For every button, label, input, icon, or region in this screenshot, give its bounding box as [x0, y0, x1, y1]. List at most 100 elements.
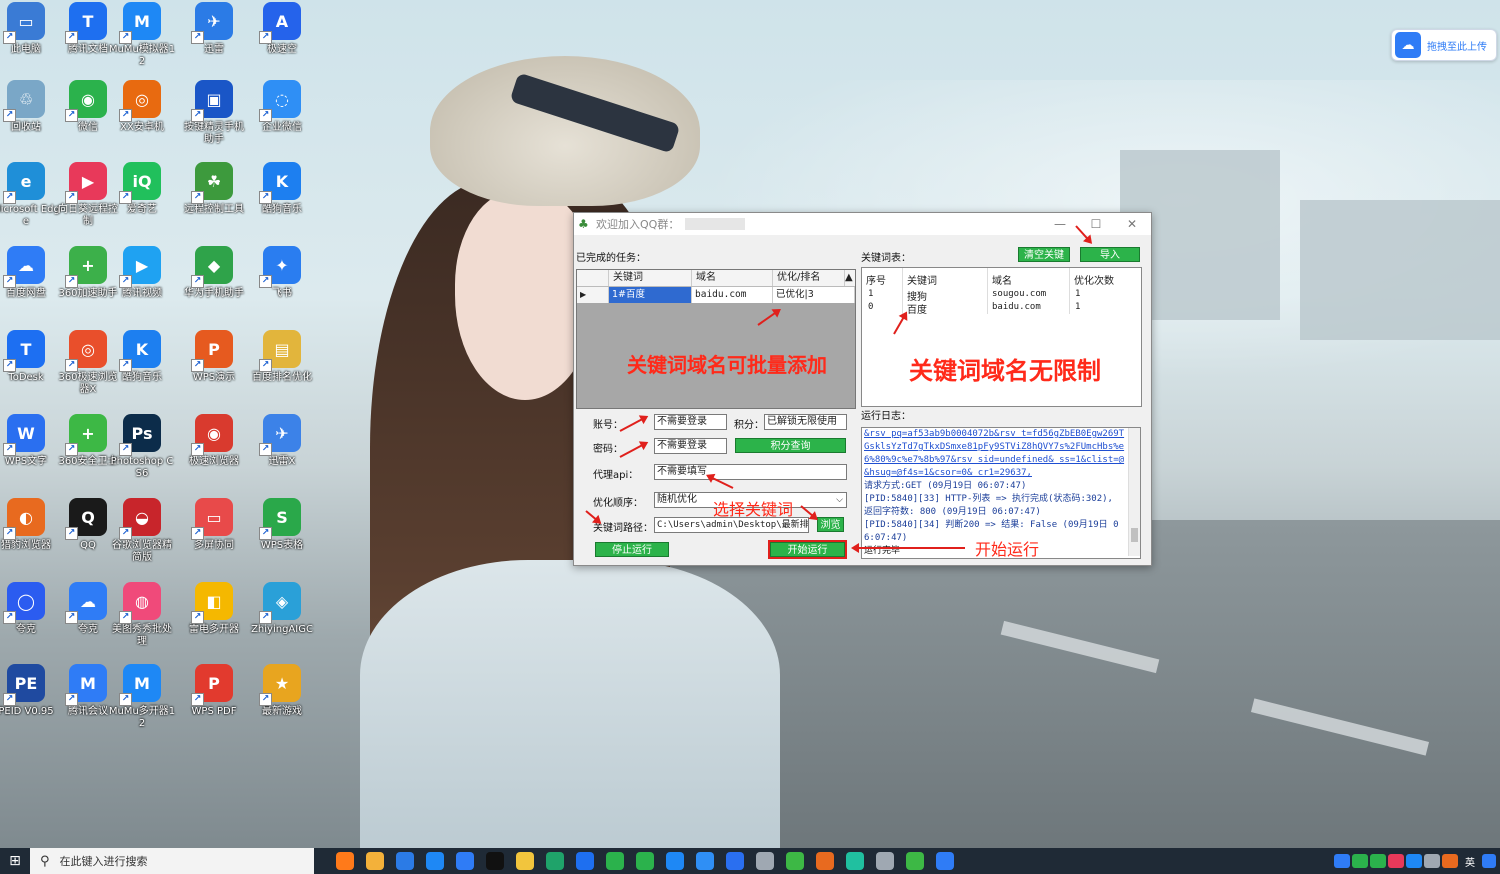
table-row[interactable]: ▶ 1#百度 baidu.com 已优化|3 [577, 287, 855, 303]
scroll-up-icon[interactable]: ▲ [845, 270, 855, 286]
task-keyword[interactable]: 1#百度 [609, 287, 692, 303]
desktop-icon[interactable]: TToDesk [0, 330, 60, 384]
volume-icon[interactable] [1442, 854, 1458, 868]
taskbar-app-icon[interactable] [630, 848, 660, 874]
desktop-icon[interactable]: ✈迅雷 [180, 2, 248, 56]
col-keyword: 关键词 [907, 276, 937, 287]
desktop-icon[interactable]: iQ爱奇艺 [108, 162, 176, 216]
taskbar-app-icon[interactable] [570, 848, 600, 874]
desktop-icon[interactable]: ◯夸克 [0, 582, 60, 636]
upload-drop-widget[interactable]: ☁ 拖拽至此上传 [1391, 29, 1497, 61]
taskbar: ⊞ ⚲ 在此键入进行搜索 英 [0, 848, 1500, 874]
desktop-icon[interactable]: ☁百度网盘 [0, 246, 60, 300]
taskbar-app-icon[interactable] [810, 848, 840, 874]
desktop-icon[interactable]: MMuMu多开器12 [108, 664, 176, 730]
tray-icon[interactable] [1424, 854, 1440, 868]
proxy-input[interactable]: 不需要填写 [654, 464, 847, 480]
desktop-icon[interactable]: ◒谷歌浏览器精简版 [108, 498, 176, 564]
maximize-button[interactable]: ☐ [1078, 213, 1114, 235]
annotation-batch-add: 关键词域名可批量添加 [627, 353, 827, 377]
taskbar-app-icon[interactable] [870, 848, 900, 874]
points-query-button[interactable]: 积分查询 [735, 438, 846, 453]
desktop-icon[interactable]: ▣按键精灵手机助手 [180, 80, 248, 146]
taskbar-app-icon[interactable] [540, 848, 570, 874]
app-icon [606, 852, 624, 870]
desktop-icon[interactable]: SWPS表格 [248, 498, 316, 552]
completed-tasks-grid[interactable]: 关键词 域名 优化/排名 ▲ ▶ 1#百度 baidu.com 已优化|3 [576, 269, 856, 409]
desktop-icon[interactable]: ◐猎豹浏览器 [0, 498, 60, 552]
tray-icon[interactable] [1388, 854, 1404, 868]
taskbar-app-icon[interactable] [480, 848, 510, 874]
taskbar-app-icon[interactable] [930, 848, 960, 874]
desktop-icon[interactable]: PsPhotoshop CS6 [108, 414, 176, 480]
desktop-icon[interactable]: ◎XX安卓机 [108, 80, 176, 134]
baidu-tray-icon[interactable] [1482, 854, 1496, 868]
desktop-icon[interactable]: ▶腾讯视频 [108, 246, 176, 300]
desktop-icon[interactable]: ★最新游戏 [248, 664, 316, 718]
tray-icon[interactable] [1352, 854, 1368, 868]
start-button[interactable]: ⊞ [0, 848, 30, 874]
taskbar-app-icon[interactable] [720, 848, 750, 874]
desktop-icon[interactable]: ✈迅雷X [248, 414, 316, 468]
taskbar-app-icon[interactable] [660, 848, 690, 874]
task-domain[interactable]: baidu.com [692, 287, 773, 303]
password-input[interactable]: 不需要登录 [654, 438, 727, 454]
desktop-icon[interactable]: ✦飞书 [248, 246, 316, 300]
order-select-value: 随机优化 [657, 494, 697, 505]
log-scrollbar[interactable] [1128, 428, 1140, 556]
app-icon [456, 852, 474, 870]
desktop-icon[interactable]: ♲回收站 [0, 80, 60, 134]
browse-button[interactable]: 浏览 [817, 517, 844, 532]
desktop-icon[interactable]: ☘远程控制工具 [180, 162, 248, 216]
desktop-icon[interactable]: MMuMu模拟器12 [108, 2, 176, 68]
desktop-icon[interactable]: PWPS演示 [180, 330, 248, 384]
desktop-icon[interactable]: A极速空 [248, 2, 316, 56]
import-button[interactable]: 导入 [1080, 247, 1140, 262]
desktop-icon[interactable]: ◈ZhiyingAIGC [248, 582, 316, 636]
taskbar-app-icon[interactable] [450, 848, 480, 874]
desktop-icon[interactable]: ◧雷电多开器 [180, 582, 248, 636]
taskbar-app-icon[interactable] [690, 848, 720, 874]
taskbar-search[interactable]: ⚲ 在此键入进行搜索 [30, 848, 314, 874]
minimize-button[interactable]: — [1042, 213, 1078, 235]
taskbar-app-icon[interactable] [750, 848, 780, 874]
desktop-icon[interactable]: ▭此电脑 [0, 2, 60, 56]
app-icon: ◯ [3, 582, 45, 624]
taskbar-app-icon[interactable] [840, 848, 870, 874]
taskbar-app-icon[interactable] [510, 848, 540, 874]
desktop-icon[interactable]: ◉极速浏览器 [180, 414, 248, 468]
desktop-icon[interactable]: ◆华为手机助手 [180, 246, 248, 300]
desktop-icon[interactable]: PWPS PDF [180, 664, 248, 718]
clear-keywords-button[interactable]: 清空关键 [1018, 247, 1070, 262]
app-icon: ✈ [191, 2, 233, 44]
desktop-icon[interactable]: eMicrosoft Edge [0, 162, 60, 228]
tray-icon[interactable] [1370, 854, 1386, 868]
desktop-icon[interactable]: K酷狗音乐 [108, 330, 176, 384]
scrollbar-thumb[interactable] [1131, 528, 1138, 542]
stop-button[interactable]: 停止运行 [595, 542, 669, 557]
taskbar-app-icon[interactable] [780, 848, 810, 874]
col-domain: 域名 [992, 276, 1012, 287]
taskbar-app-icon[interactable] [360, 848, 390, 874]
tray-icon[interactable] [1406, 854, 1422, 868]
keyword-list-table[interactable]: 序号 关键词 域名 优化次数 1 搜狗 sougou.com 1 0 百度 ba… [861, 267, 1142, 407]
desktop-icon[interactable]: WWPS文字 [0, 414, 60, 468]
task-status[interactable]: 已优化|3 [773, 287, 855, 303]
desktop-icon[interactable]: K酷狗音乐 [248, 162, 316, 216]
taskbar-app-icon[interactable] [390, 848, 420, 874]
taskbar-app-icon[interactable] [900, 848, 930, 874]
input-language[interactable]: 英 [1465, 854, 1475, 869]
close-button[interactable]: ✕ [1114, 213, 1150, 235]
desktop-icon[interactable]: ◍美图秀秀批处理 [108, 582, 176, 648]
app-icon: ◎ [65, 330, 107, 372]
desktop-icon[interactable]: ▤百度排名优化 [248, 330, 316, 384]
tray-icon[interactable] [1334, 854, 1350, 868]
taskbar-app-icon[interactable] [600, 848, 630, 874]
desktop-icon[interactable]: ▭多屏协同 [180, 498, 248, 552]
desktop-icon[interactable]: ◌企业微信 [248, 80, 316, 134]
desktop-icon[interactable]: PEPEID V0.95 [0, 664, 60, 718]
taskbar-app-icon[interactable] [330, 848, 360, 874]
start-button[interactable]: 开始运行 [768, 540, 847, 559]
taskbar-app-icon[interactable] [420, 848, 450, 874]
account-input[interactable]: 不需要登录 [654, 414, 727, 430]
